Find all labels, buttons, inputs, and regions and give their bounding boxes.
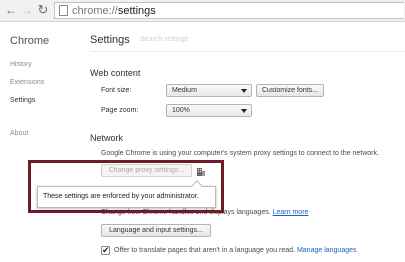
reload-icon[interactable]: ↻ bbox=[36, 3, 50, 17]
font-size-label: Font size: bbox=[101, 87, 132, 94]
sidebar-item-extensions[interactable]: Extensions bbox=[10, 79, 44, 86]
language-input-settings-button[interactable]: Language and input settings... bbox=[101, 224, 211, 237]
translate-label: Offer to translate pages that aren't in … bbox=[114, 247, 295, 254]
url-scheme: chrome:// bbox=[72, 5, 118, 17]
page-zoom-value: 100% bbox=[172, 107, 190, 114]
chevron-down-icon bbox=[241, 109, 247, 113]
manage-languages-link[interactable]: Manage languages bbox=[297, 247, 357, 254]
page-title: Settings bbox=[90, 34, 130, 46]
address-bar[interactable]: chrome://settings bbox=[54, 2, 404, 19]
arrow-left-icon[interactable]: ← bbox=[4, 3, 18, 17]
network-description: Google Chrome is using your computer's s… bbox=[101, 150, 379, 157]
chevron-down-icon bbox=[241, 89, 247, 93]
search-input[interactable]: Search settings bbox=[140, 36, 188, 43]
network-heading: Network bbox=[90, 133, 124, 143]
translate-checkbox[interactable]: ✔ bbox=[101, 245, 110, 255]
tooltip-text: These settings are enforced by your admi… bbox=[43, 193, 199, 200]
learn-more-link[interactable]: Learn more bbox=[273, 209, 309, 216]
divider bbox=[90, 51, 405, 52]
font-size-value: Medium bbox=[172, 87, 197, 94]
sidebar-item-settings[interactable]: Settings bbox=[10, 97, 35, 104]
check-icon: ✔ bbox=[102, 245, 110, 255]
url-text[interactable]: chrome://settings bbox=[72, 3, 156, 19]
browser-toolbar: ← → ↻ chrome://settings bbox=[0, 0, 405, 22]
sidebar-title: Chrome bbox=[10, 35, 50, 47]
page-icon bbox=[59, 5, 68, 16]
page-zoom-select[interactable]: 100% bbox=[166, 104, 252, 117]
sidebar-item-history[interactable]: History bbox=[10, 61, 32, 68]
arrow-right-icon[interactable]: → bbox=[20, 3, 34, 17]
translate-row: Offer to translate pages that aren't in … bbox=[114, 247, 357, 254]
url-path: settings bbox=[117, 5, 156, 17]
font-size-select[interactable]: Medium bbox=[166, 84, 252, 97]
admin-tooltip: These settings are enforced by your admi… bbox=[37, 180, 216, 208]
web-content-heading: Web content bbox=[90, 68, 141, 78]
customize-fonts-button[interactable]: Customize fonts... bbox=[256, 84, 324, 97]
sidebar-item-about[interactable]: About bbox=[10, 130, 28, 137]
page-zoom-label: Page zoom: bbox=[101, 107, 139, 114]
